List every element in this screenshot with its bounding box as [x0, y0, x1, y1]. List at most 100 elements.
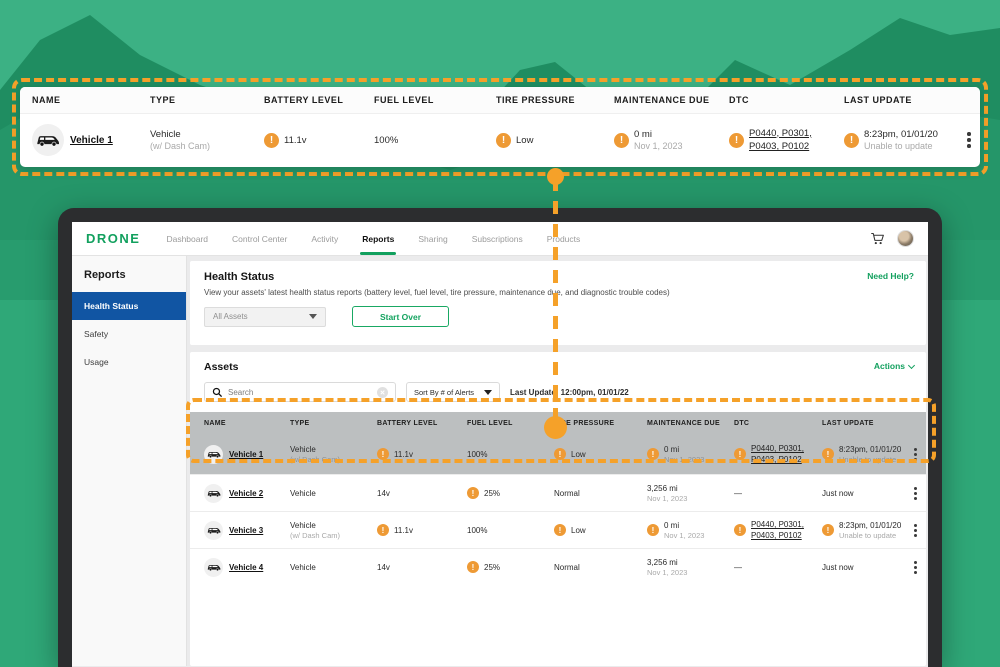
fuel-value: 25% — [484, 563, 500, 572]
maintenance-value: 0 mi — [664, 521, 704, 530]
vehicle-icon — [32, 124, 64, 156]
sidebar-item-usage[interactable]: Usage — [72, 348, 186, 376]
type-value: Vehicle — [290, 521, 377, 530]
vehicle-name-link[interactable]: Vehicle 3 — [229, 526, 263, 535]
alert-icon — [467, 561, 479, 573]
dtc-links[interactable]: P0440, P0301, — [751, 519, 804, 530]
health-controls: All Assets Start Over — [204, 306, 912, 327]
maintenance-sub: Nov 1, 2023 — [647, 568, 734, 577]
tire-value: Normal — [554, 489, 647, 498]
fuel-value: 100% — [467, 526, 554, 535]
nav-item-sharing[interactable]: Sharing — [418, 222, 447, 255]
col-fuel: FUEL LEVEL — [374, 95, 496, 105]
callout-connector-dot-bottom — [544, 416, 567, 439]
last-update-value: Just now — [822, 489, 910, 498]
maintenance-sub: Nov 1, 2023 — [634, 141, 683, 151]
alert-icon — [844, 133, 859, 148]
battery-value: 11.1v — [284, 135, 307, 146]
battery-value: 14v — [377, 489, 467, 498]
vehicle-icon — [204, 521, 223, 540]
maintenance-sub: Nov 1, 2023 — [664, 531, 704, 540]
col-last-update: LAST UPDATE — [844, 95, 962, 105]
last-update-sub: Unable to update — [839, 531, 901, 540]
asset-filter-dropdown[interactable]: All Assets — [204, 307, 326, 327]
vehicle-name-link[interactable]: Vehicle 4 — [229, 563, 263, 572]
last-update-value: 8:23pm, 01/01/20 — [839, 521, 901, 530]
battery-value: 11.1v — [394, 526, 413, 535]
vehicle-name-link[interactable]: Vehicle 1 — [70, 135, 113, 146]
type-value: Vehicle — [290, 563, 377, 572]
fuel-value: 100% — [374, 135, 496, 146]
drone-logo: DRONE — [86, 231, 140, 246]
row-menu-icon[interactable] — [914, 492, 917, 495]
sort-value: Sort By # of Alerts — [414, 388, 474, 397]
alert-icon — [467, 487, 479, 499]
maintenance-value: 3,256 mi — [647, 484, 734, 493]
assets-title: Assets — [190, 361, 926, 373]
battery-value: 14v — [377, 563, 467, 572]
actions-dropdown[interactable]: Actions — [874, 361, 914, 371]
alert-icon — [647, 524, 659, 536]
tire-value: Low — [516, 135, 533, 146]
dtc-none: — — [734, 563, 822, 572]
callout-connector-line — [553, 178, 558, 426]
nav-item-dashboard[interactable]: Dashboard — [166, 222, 208, 255]
type-value: Vehicle — [290, 489, 377, 498]
last-update-text: Last Update: 12:00pm, 01/01/22 — [510, 388, 629, 397]
reports-sidebar: Reports Health Status Safety Usage — [72, 256, 187, 666]
screenshot-root: { "nav": { "logo": "DRONE", "items": ["D… — [0, 0, 1000, 667]
table-row-vehicle-3[interactable]: Vehicle 3 Vehicle (w/ Dash Cam) 11.1v 10… — [190, 511, 926, 548]
chevron-down-icon — [309, 314, 317, 319]
dtc-links[interactable]: P0440, P0301, — [749, 127, 812, 140]
vehicle-icon — [204, 558, 223, 577]
alert-icon — [729, 133, 744, 148]
row-menu-icon[interactable] — [914, 529, 917, 532]
sidebar-item-safety[interactable]: Safety — [72, 320, 186, 348]
nav-item-activity[interactable]: Activity — [311, 222, 338, 255]
sidebar-item-health-status[interactable]: Health Status — [72, 292, 186, 320]
table-row-vehicle-2[interactable]: Vehicle 2 Vehicle 14v 25% Normal 3,256 m… — [190, 474, 926, 511]
clear-search-icon[interactable] — [377, 387, 388, 398]
table-row-vehicle-4[interactable]: Vehicle 4 Vehicle 14v 25% Normal 3,256 m… — [190, 548, 926, 585]
zoom-header-row: NAME TYPE BATTERY LEVEL FUEL LEVEL TIRE … — [20, 87, 980, 114]
nav-right — [870, 230, 914, 247]
nav-item-subscriptions[interactable]: Subscriptions — [472, 222, 523, 255]
dtc-none: — — [734, 489, 822, 498]
zoomed-row-card: NAME TYPE BATTERY LEVEL FUEL LEVEL TIRE … — [20, 87, 980, 167]
nav-menu: Dashboard Control Center Activity Report… — [166, 222, 580, 255]
last-update-value: 8:23pm, 01/01/20 — [864, 129, 938, 140]
search-icon — [212, 387, 223, 398]
tire-value: Normal — [554, 563, 647, 572]
maintenance-value: 0 mi — [634, 129, 683, 140]
health-status-title: Health Status — [204, 271, 912, 283]
nav-item-control-center[interactable]: Control Center — [232, 222, 287, 255]
dtc-links[interactable]: P0403, P0102 — [749, 140, 812, 153]
need-help-link[interactable]: Need Help? — [867, 271, 914, 281]
nav-item-reports[interactable]: Reports — [362, 222, 394, 255]
col-tire: TIRE PRESSURE — [496, 95, 614, 105]
cart-icon[interactable] — [870, 231, 885, 246]
search-input[interactable] — [228, 388, 372, 397]
row-menu-icon[interactable] — [967, 138, 971, 142]
top-navbar: DRONE Dashboard Control Center Activity … — [72, 222, 928, 256]
maintenance-value: 3,256 mi — [647, 558, 734, 567]
zoom-vehicle-1-row[interactable]: Vehicle 1 Vehicle (w/ Dash Cam) 11.1v 10… — [20, 114, 980, 166]
col-type: TYPE — [150, 95, 264, 105]
alert-icon — [264, 133, 279, 148]
alert-icon — [377, 524, 389, 536]
user-avatar[interactable] — [897, 230, 914, 247]
maintenance-sub: Nov 1, 2023 — [647, 494, 734, 503]
vehicle-icon — [204, 484, 223, 503]
type-value: Vehicle — [150, 129, 264, 140]
nav-item-products[interactable]: Products — [547, 222, 581, 255]
dtc-links[interactable]: P0403, P0102 — [751, 530, 804, 541]
vehicle-name-link[interactable]: Vehicle 2 — [229, 489, 263, 498]
chevron-down-icon — [908, 361, 915, 368]
last-update-sub: Unable to update — [864, 141, 938, 151]
actions-label: Actions — [874, 361, 905, 371]
fuel-value: 25% — [484, 489, 500, 498]
alert-icon — [496, 133, 511, 148]
start-over-button[interactable]: Start Over — [352, 306, 449, 327]
row-menu-icon[interactable] — [914, 566, 917, 569]
alert-icon — [614, 133, 629, 148]
